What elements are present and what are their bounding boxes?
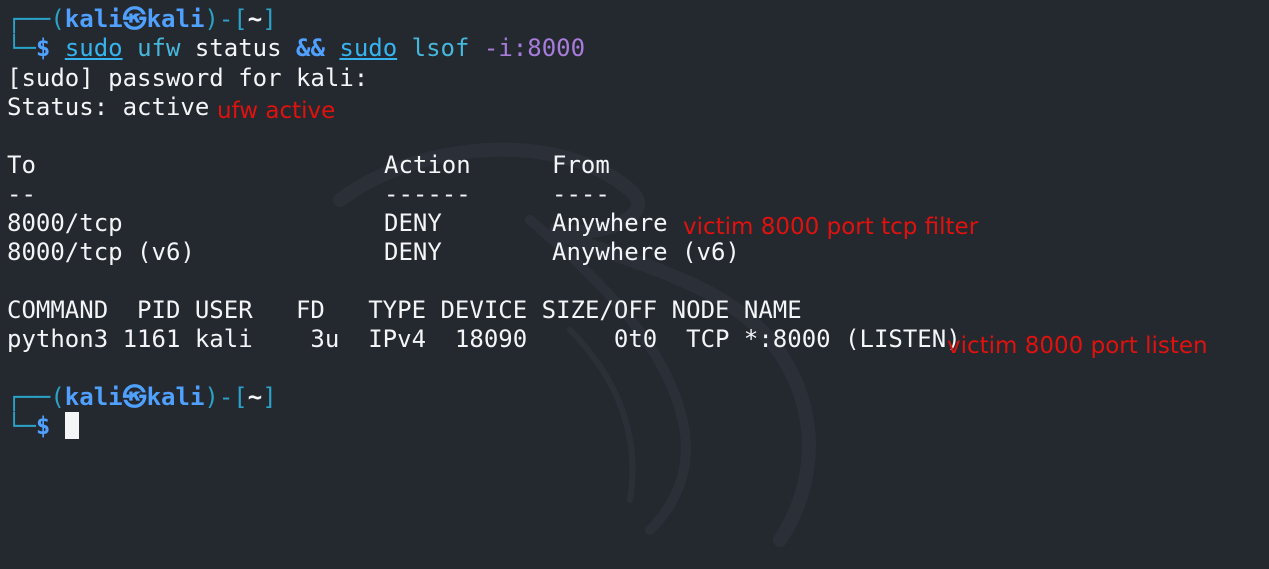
rule-action: DENY [384, 209, 442, 237]
prompt-user: kali [64, 383, 123, 411]
sudo-password-prompt: [sudo] password for kali: [7, 64, 369, 92]
prompt-corner: ┌──( [7, 383, 65, 411]
prompt-mid: )-[ [204, 5, 248, 33]
prompt-header-2: ┌──(kali㉿kali)-[~] [7, 383, 277, 412]
prompt-dir: ~ [247, 5, 263, 33]
prompt-header: ┌──(kali㉿kali)-[~] [7, 5, 277, 34]
cmd-flag: -i:8000 [483, 34, 586, 62]
prompt-end: ] [262, 383, 277, 411]
cmd-sudo: sudo [64, 34, 123, 62]
rule-to-v6: 8000/tcp (v6) [7, 238, 195, 266]
cmd-lsof: lsof [411, 34, 470, 62]
rule-to: 8000/tcp [7, 209, 123, 237]
table-header-from: From [552, 151, 610, 179]
ufw-status-line: Status: active [7, 93, 210, 121]
prompt-corner-bottom: └─ [7, 34, 36, 62]
table-header-action: Action [384, 151, 471, 179]
annotation-ufw-active: ufw active [217, 98, 336, 124]
rule-from: Anywhere [552, 209, 668, 237]
prompt-host: kali [146, 383, 205, 411]
prompt-user: kali [64, 5, 123, 33]
lsof-row: python3 1161 kali 3u IPv4 18090 0t0 TCP … [7, 325, 961, 353]
prompt-corner: ┌──( [7, 5, 65, 33]
prompt-at-icon: ㉿ [122, 5, 147, 33]
prompt-corner-bottom: └─ [7, 412, 36, 440]
prompt-at-icon: ㉿ [122, 383, 147, 411]
cmd-status-arg: status [194, 34, 282, 62]
table-header-to: To [7, 151, 36, 179]
prompt-dollar: $ [35, 412, 51, 440]
prompt-dollar: $ [35, 34, 51, 62]
rule-action-v6: DENY [384, 238, 442, 266]
command-line: └─$ sudo ufw status && sudo lsof -i:8000 [7, 34, 585, 63]
text-cursor[interactable] [64, 412, 79, 439]
prompt-host: kali [146, 5, 205, 33]
prompt-end: ] [262, 5, 277, 33]
lsof-header: COMMAND PID USER FD TYPE DEVICE SIZE/OFF… [7, 296, 802, 324]
annotation-listen: victim 8000 port listen [947, 333, 1208, 359]
rule-from-v6: Anywhere (v6) [552, 238, 740, 266]
prompt-dir: ~ [247, 383, 263, 411]
terminal-window[interactable]: ┌──(kali㉿kali)-[~] └─$ sudo ufw status &… [0, 0, 1269, 569]
input-line[interactable]: └─$ [7, 412, 79, 441]
cmd-ufw: ufw [137, 34, 181, 62]
cmd-sudo-2: sudo [339, 34, 398, 62]
prompt-mid: )-[ [204, 383, 248, 411]
cmd-and: && [296, 34, 325, 62]
table-dashes-to: -- [7, 180, 36, 208]
table-dashes-from: ---- [552, 180, 610, 208]
table-dashes-action: ------ [384, 180, 471, 208]
